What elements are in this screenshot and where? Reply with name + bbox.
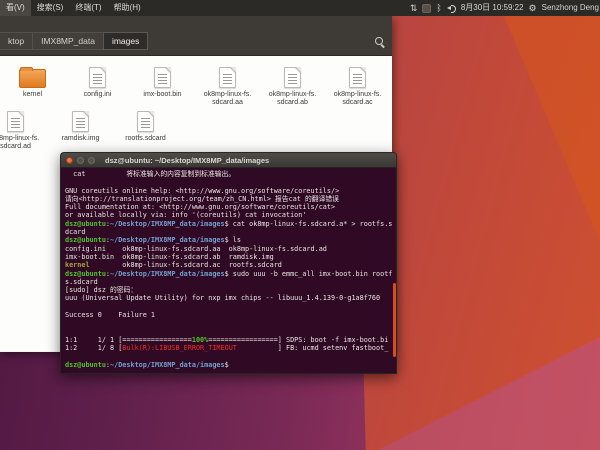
terminal-line: [sudo] dsz 的密码： bbox=[65, 286, 396, 294]
file-imx-boot.bin[interactable]: imx-boot.bin bbox=[130, 64, 195, 107]
breadcrumb-images[interactable]: images bbox=[103, 32, 148, 50]
close-button[interactable] bbox=[66, 157, 73, 164]
terminal-line: 1:2 1/ 8 [Bulk(R):LIBUSB_ERROR_TIMEOUT ]… bbox=[65, 344, 396, 352]
file-manager-toolbar: ktopIMX8MP_dataimages bbox=[0, 16, 392, 56]
terminal-titlebar[interactable]: dsz@ubuntu: ~/Desktop/IMX8MP_data/images bbox=[60, 152, 397, 168]
file-config.ini[interactable]: config.ini bbox=[65, 64, 130, 107]
maximize-button[interactable] bbox=[88, 157, 95, 164]
file-ok8mp-linux-fs.sdcard.ad[interactable]: ok8mp-linux-fs.sdcard.ad bbox=[0, 108, 48, 151]
terminal-line: or available locally via: info '(coreuti… bbox=[65, 211, 396, 219]
file-label: rootfs.sdcard bbox=[125, 135, 165, 143]
terminal-lines: cat 将标准输入的内容复制到标准输出。 GNU coreutils onlin… bbox=[65, 170, 396, 369]
menu-item[interactable]: 帮助(H) bbox=[108, 0, 147, 16]
file-label: config.ini bbox=[84, 91, 112, 99]
terminal-line: uuu (Universal Update Utility) for nxp i… bbox=[65, 294, 396, 302]
terminal-line: Success 0 Failure 1 bbox=[65, 311, 396, 319]
terminal-line: GNU coreutils online help: <http://www.g… bbox=[65, 187, 396, 195]
global-menu-bar: 看(V)搜索(S)终端(T)帮助(H) ⇅ ᛒ 8月30日 10:59:22 ⚙… bbox=[0, 0, 600, 16]
terminal-line: dsz@ubuntu:~/Desktop/IMX8MP_data/images$… bbox=[65, 220, 396, 228]
file-icon-glyph bbox=[72, 111, 89, 132]
terminal-line: kernel ok8mp-linux-fs.sdcard.ac rootfs.s… bbox=[65, 261, 396, 269]
file-label: ok8mp-linux-fs.sdcard.ac bbox=[334, 91, 381, 107]
file-icon-glyph bbox=[284, 67, 301, 88]
file-label: ramdisk.img bbox=[62, 135, 100, 143]
terminal-line bbox=[65, 328, 396, 336]
file-icon bbox=[349, 64, 366, 88]
terminal-line bbox=[65, 303, 396, 311]
file-label: imx-boot.bin bbox=[143, 91, 181, 99]
terminal-line: s.sdcard bbox=[65, 278, 396, 286]
terminal-output[interactable]: cat 将标准输入的内容复制到标准输出。 GNU coreutils onlin… bbox=[60, 168, 397, 374]
folder-icon-glyph bbox=[19, 69, 46, 88]
file-ok8mp-linux-fs.sdcard.ac[interactable]: ok8mp-linux-fs.sdcard.ac bbox=[325, 64, 390, 107]
terminal-line: 1:1 1/ 1 [=================100%=========… bbox=[65, 336, 396, 344]
file-icon-glyph bbox=[154, 67, 171, 88]
desktop: 看(V)搜索(S)终端(T)帮助(H) ⇅ ᛒ 8月30日 10:59:22 ⚙… bbox=[0, 0, 600, 450]
user-indicator[interactable]: Senzhong Deng bbox=[542, 0, 599, 16]
file-icon bbox=[154, 64, 171, 88]
terminal-line: cat 将标准输入的内容复制到标准输出。 bbox=[65, 170, 396, 178]
app-menu: 看(V)搜索(S)终端(T)帮助(H) bbox=[0, 0, 147, 16]
file-label: ok8mp-linux-fs.sdcard.aa bbox=[204, 91, 251, 107]
breadcrumb-ktop[interactable]: ktop bbox=[0, 32, 32, 50]
input-method-icon[interactable] bbox=[422, 4, 431, 13]
terminal-line: dcard bbox=[65, 228, 396, 236]
file-icon bbox=[137, 108, 154, 132]
terminal-line: 请向<http://translationproject.org/team/zh… bbox=[65, 195, 396, 203]
folder-kernel[interactable]: kernel bbox=[0, 64, 65, 107]
file-label: ok8mp-linux-fs.sdcard.ab bbox=[269, 91, 316, 107]
session-gear-icon[interactable]: ⚙ bbox=[529, 0, 537, 16]
menu-item[interactable]: 看(V) bbox=[0, 0, 31, 16]
menu-item[interactable]: 搜索(S) bbox=[31, 0, 70, 16]
network-icon[interactable]: ⇅ bbox=[410, 0, 418, 16]
terminal-line: dsz@ubuntu:~/Desktop/IMX8MP_data/images$… bbox=[65, 236, 396, 244]
terminal-line: Full documentation at: <http://www.gnu.o… bbox=[65, 203, 396, 211]
terminal-title: dsz@ubuntu: ~/Desktop/IMX8MP_data/images bbox=[105, 156, 269, 165]
file-icon-glyph bbox=[89, 67, 106, 88]
terminal-line bbox=[65, 353, 396, 361]
file-label: kernel bbox=[23, 91, 42, 99]
file-label: ok8mp-linux-fs.sdcard.ad bbox=[0, 135, 39, 151]
file-icon-glyph bbox=[7, 111, 24, 132]
file-icon bbox=[72, 108, 89, 132]
minimize-button[interactable] bbox=[77, 157, 84, 164]
terminal-line: dsz@ubuntu:~/Desktop/IMX8MP_data/images$… bbox=[65, 270, 396, 278]
folder-icon bbox=[19, 64, 46, 88]
breadcrumb-imx8mp_data[interactable]: IMX8MP_data bbox=[32, 32, 103, 50]
file-grid-row: kernel config.ini imx-boot.bin ok8mp-linux-… bbox=[0, 64, 390, 107]
file-icon bbox=[7, 108, 24, 132]
file-icon-glyph bbox=[349, 67, 366, 88]
terminal-line bbox=[65, 319, 396, 327]
file-icon-glyph bbox=[137, 111, 154, 132]
bluetooth-icon[interactable]: ᛒ bbox=[436, 0, 441, 16]
file-ramdisk.img[interactable]: ramdisk.img bbox=[48, 108, 113, 151]
indicator-area: ⇅ ᛒ 8月30日 10:59:22 ⚙ Senzhong Deng bbox=[410, 0, 600, 16]
breadcrumb: ktopIMX8MP_dataimages bbox=[0, 32, 148, 50]
terminal-window: dsz@ubuntu: ~/Desktop/IMX8MP_data/images… bbox=[60, 152, 397, 374]
file-icon bbox=[284, 64, 301, 88]
file-icon-glyph bbox=[219, 67, 236, 88]
clock-indicator[interactable]: 8月30日 10:59:22 bbox=[461, 0, 524, 16]
terminal-scrollbar[interactable] bbox=[393, 283, 396, 357]
file-grid-row: ok8mp-linux-fs.sdcard.ad ramdisk.img rootf… bbox=[0, 108, 178, 151]
terminal-line bbox=[65, 178, 396, 186]
file-ok8mp-linux-fs.sdcard.aa[interactable]: ok8mp-linux-fs.sdcard.aa bbox=[195, 64, 260, 107]
terminal-line: imx-boot.bin ok8mp-linux-fs.sdcard.ab ra… bbox=[65, 253, 396, 261]
terminal-line: config.ini ok8mp-linux-fs.sdcard.aa ok8m… bbox=[65, 245, 396, 253]
file-icon bbox=[89, 64, 106, 88]
file-ok8mp-linux-fs.sdcard.ab[interactable]: ok8mp-linux-fs.sdcard.ab bbox=[260, 64, 325, 107]
menu-item[interactable]: 终端(T) bbox=[69, 0, 107, 16]
file-icon bbox=[219, 64, 236, 88]
terminal-line: dsz@ubuntu:~/Desktop/IMX8MP_data/images$ bbox=[65, 361, 396, 369]
file-rootfs.sdcard[interactable]: rootfs.sdcard bbox=[113, 108, 178, 151]
volume-icon[interactable] bbox=[447, 4, 456, 13]
search-icon[interactable] bbox=[374, 36, 386, 48]
